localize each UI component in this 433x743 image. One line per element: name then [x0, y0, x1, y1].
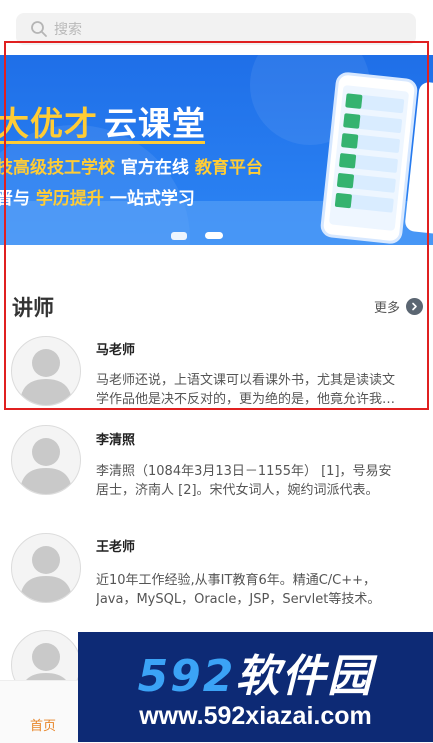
teachers-section-header: 讲师 更多: [12, 292, 423, 322]
teacher-list-item[interactable]: 马老师 马老师还说，上语文课可以看课外书，尤其是读读文学作品他是决不反对的，更为…: [0, 336, 433, 436]
banner-title: 大优才 云课堂: [0, 97, 206, 145]
banner-subtitle-1-highlight: 技高级技工学校: [0, 158, 115, 178]
watermark-text: 软件园: [235, 651, 374, 702]
watermark-title: 592软件园: [78, 640, 433, 704]
banner-subtitle-2: 晋与 学历提升 一站式学习: [0, 184, 195, 209]
search-icon: [31, 21, 47, 37]
teacher-list-item[interactable]: 王老师 近10年工作经验,从事IT教育6年。精通C/C++，Java，MySQL…: [0, 533, 433, 633]
more-label: 更多: [373, 301, 400, 316]
teacher-list-item[interactable]: 李清照 李清照（1084年3月13日－1155年） [1]，号易安居士，济南人 …: [0, 425, 433, 525]
watermark-number: 592: [137, 651, 236, 702]
avatar: [11, 425, 81, 495]
teacher-description: 李清照（1084年3月13日－1155年） [1]，号易安居士，济南人 [2]。…: [96, 464, 392, 498]
teacher-description: 马老师还说，上语文课可以看课外书，尤其是读读文学作品他是决不反对的，更为绝的是，…: [96, 373, 396, 407]
teacher-description: 近10年工作经验,从事IT教育6年。精通C/C++，Java，MySQL，Ora…: [96, 573, 381, 607]
carousel-dot-active[interactable]: [205, 232, 223, 239]
banner-underline: [0, 141, 205, 144]
banner-subtitle-2-start: 晋与: [0, 189, 30, 209]
banner-title-highlight: 大优才: [0, 104, 98, 143]
banner-phone-illustration: [319, 71, 419, 245]
avatar: [11, 533, 81, 603]
banner-subtitle-2-highlight: 学历提升: [35, 189, 104, 209]
watermark-url: www.592xiazai.com: [139, 702, 372, 730]
tab-home[interactable]: 首页: [30, 715, 56, 734]
teacher-name: 马老师: [96, 343, 136, 358]
carousel-indicator[interactable]: [171, 232, 223, 240]
chevron-right-icon: [406, 298, 423, 315]
search-placeholder: 搜索: [54, 22, 82, 38]
teacher-name: 李清照: [96, 433, 136, 448]
watermark-logo: 592软件园 www.592xiazai.com: [78, 632, 433, 742]
carousel-dot[interactable]: [171, 232, 187, 240]
section-title: 讲师: [12, 296, 54, 320]
banner-subtitle-1: 技高级技工学校 官方在线 教育平台: [0, 153, 263, 178]
avatar: [11, 336, 81, 406]
teacher-name: 王老师: [96, 540, 136, 555]
banner-title-rest: 云课堂: [104, 104, 206, 143]
promo-banner[interactable]: 大优才 云课堂 技高级技工学校 官方在线 教育平台 晋与 学历提升 一站式学习: [0, 55, 433, 253]
banner-subtitle-1-mid: 官方在线: [120, 158, 189, 178]
banner-bottom-strip: [0, 245, 433, 253]
banner-subtitle-2-end: 一站式学习: [109, 189, 195, 209]
search-bar[interactable]: 搜索: [16, 13, 416, 45]
banner-subtitle-1-end: 教育平台: [194, 158, 263, 178]
more-link[interactable]: 更多: [374, 297, 423, 316]
